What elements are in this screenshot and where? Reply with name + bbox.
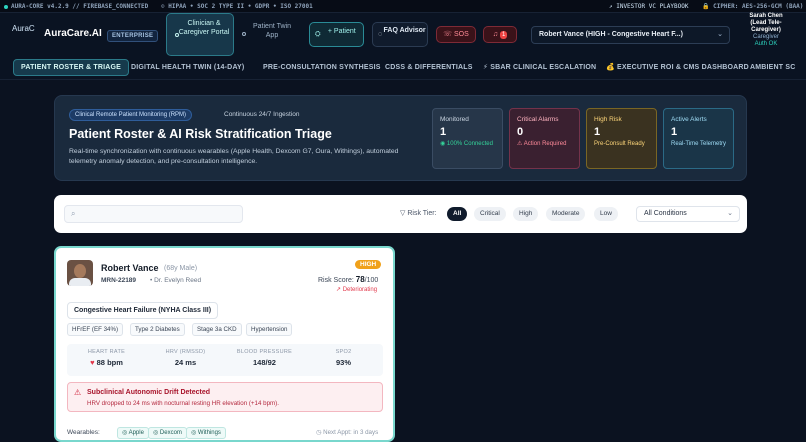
brand-name: AuraCare.AI (44, 28, 102, 39)
wearable-chip: ◎ Dexcom (148, 427, 187, 439)
page-description: Real-time synchronization with continuou… (69, 148, 399, 165)
chip-low[interactable]: Low (594, 207, 618, 221)
patient-select[interactable]: Robert Vance (HIGH - Congestive Heart F.… (531, 26, 730, 44)
warning-icon: ⚠ (517, 141, 523, 147)
risk-trend: ↗ Deteriorating (336, 287, 378, 293)
avatar (67, 260, 93, 286)
tab-sbar-escalation[interactable]: ⚡ SBAR CLINICAL ESCALATION (483, 59, 596, 76)
chevron-down-icon: ⌄ (727, 210, 733, 217)
edition-badge: ENTERPRISE (107, 30, 159, 42)
chevron-down-icon: ⌄ (717, 31, 723, 38)
patient-card[interactable]: Robert Vance (68y Male) MRN-22189 • Dr. … (54, 246, 395, 442)
notifications-button[interactable]: ♫ 1 (483, 26, 517, 43)
compliance-text: ⊙ HIPAA • SOC 2 TYPE II • GDPR • ISO 270… (161, 3, 313, 10)
filter-icon: ▽ (400, 210, 406, 217)
patient-name: Robert Vance (101, 263, 159, 273)
chip-critical[interactable]: Critical (474, 207, 506, 221)
wearable-chip: ◎ Withings (186, 427, 226, 439)
risk-tier-badge: HIGH (355, 260, 382, 269)
radio-icon (242, 32, 246, 36)
condition-tag: Hypertension (246, 323, 293, 336)
check-icon: ◉ (440, 141, 446, 147)
portal-patient-button[interactable]: Patient Twin App (240, 13, 296, 56)
patient-doctor: • Dr. Evelyn Reed (150, 277, 202, 284)
vitals-panel: HEART RATE ♥ 88 bpm HRV (RMSSD) 24 ms BL… (67, 344, 383, 376)
clock-icon: ◷ (316, 429, 322, 436)
anomaly-alert: ⚠ Subclinical Autonomic Drift Detected H… (67, 382, 383, 412)
portal-switch: Clinician & Caregiver Portal Patient Twi… (164, 13, 298, 56)
user-profile[interactable]: Sarah Chen (Lead Tele-Caregiver) Caregiv… (738, 13, 794, 56)
condition-select[interactable]: All Conditions ⌄ (636, 206, 740, 222)
add-patient-button[interactable]: ⛭ + Patient (309, 22, 364, 47)
vital-heart-rate: HEART RATE ♥ 88 bpm (87, 349, 126, 367)
bell-icon: ♫ (492, 31, 498, 38)
cipher-text: 🔒 CIPHER: AES-256-GCM (BAA) (702, 3, 804, 10)
app-header: AuraC AuraCare.AI ENTERPRISE Clinician &… (0, 13, 806, 56)
risk-tier-label: ▽ Risk Tier: (400, 210, 437, 217)
chat-icon: ◌ (378, 31, 383, 38)
stat-active-alerts: Active Alerts 1 Real-Time Telemetry (663, 108, 734, 169)
tab-executive-roi[interactable]: 💰 EXECUTIVE ROI & CMS DASHBOARD (606, 59, 749, 76)
brand-logo[interactable]: AuraC AuraCare.AI (12, 25, 102, 42)
radio-icon (175, 33, 179, 37)
sync-icon: ◎ (191, 430, 197, 436)
wearable-chip: ◎ Apple (117, 427, 149, 439)
notification-count-badge: 1 (499, 31, 508, 39)
sync-icon: ◎ (153, 430, 159, 436)
chip-moderate[interactable]: Moderate (546, 207, 586, 221)
stat-high-risk: High Risk 1 Pre-Consult Ready (586, 108, 657, 169)
warning-icon: ⚠ (74, 388, 82, 397)
alert-title: Subclinical Autonomic Drift Detected (87, 389, 211, 396)
vital-spo2: SPO2 93% (335, 349, 352, 367)
alert-description: HRV dropped to 24 ms with nocturnal rest… (87, 400, 279, 407)
status-bar: AURA-CORE v4.2.9 // FIREBASE_CONNECTED ⊙… (0, 0, 806, 13)
phone-icon: ☏ (443, 31, 452, 38)
tab-patient-roster[interactable]: PATIENT ROSTER & TRIAGE (13, 59, 130, 76)
tab-pre-consultation[interactable]: PRE-CONSULTATION SYNTHESIS (263, 59, 381, 76)
search-icon: ⌕ (71, 209, 76, 218)
tab-cdss[interactable]: CDSS & DIFFERENTIALS (385, 59, 473, 76)
core-status: AURA-CORE v4.2.9 // FIREBASE_CONNECTED (4, 3, 148, 10)
investor-link[interactable]: ↗ INVESTOR VC PLAYBOOK (609, 3, 688, 10)
patient-mrn: MRN-22189 (101, 277, 137, 284)
portal-clinician-button[interactable]: Clinician & Caregiver Portal (166, 13, 234, 56)
chip-all[interactable]: All (447, 207, 468, 221)
connection-dot-icon (4, 4, 8, 9)
stat-critical-alarms: Critical Alarms 0 ⚠ Action Required (509, 108, 580, 169)
filter-bar: ⌕ ▽ Risk Tier: All Critical High Moderat… (54, 195, 747, 233)
risk-score: Risk Score: 78/100 (318, 275, 379, 284)
tab-digital-twin[interactable]: DIGITAL HEALTH TWIN (14-DAY) (131, 59, 244, 76)
vital-hrv: HRV (RMSSD) 24 ms (165, 349, 206, 367)
condition-tag: Type 2 Diabetes (130, 323, 185, 336)
vital-blood-pressure: BLOOD PRESSURE 148/92 (236, 349, 293, 367)
primary-condition: Congestive Heart Failure (NYHA Class III… (67, 302, 219, 319)
tab-ambient[interactable]: AMBIENT SC (750, 59, 796, 76)
stat-monitored: Monitored 1 ◉ 100% Connected (432, 108, 503, 169)
faq-advisor-button[interactable]: ◌ FAQ Advisor (372, 22, 428, 47)
sync-icon: ◎ (122, 430, 128, 436)
ingestion-label: Continuous 24/7 Ingestion (224, 111, 300, 118)
user-plus-icon: ⛭ (315, 31, 321, 38)
condition-tag: Stage 3a CKD (192, 323, 242, 336)
sos-button[interactable]: ☏ SOS (436, 26, 476, 43)
next-appointment: ◷ Next Appt: in 3 days (316, 429, 379, 436)
logo-image: AuraC (12, 24, 35, 33)
page-title: Patient Roster & AI Risk Stratification … (69, 127, 332, 141)
wearables-label: Wearables: (67, 429, 100, 436)
main-tabs: PATIENT ROSTER & TRIAGE DIGITAL HEALTH T… (0, 56, 806, 80)
patient-age: (68y Male) (164, 265, 198, 272)
condition-tag: HFrEF (EF 34%) (67, 323, 124, 336)
heart-icon: ♥ (90, 358, 95, 367)
overview-panel: Clinical Remote Patient Monitoring (RPM)… (54, 95, 747, 181)
chip-high[interactable]: High (513, 207, 539, 221)
trend-down-icon: ↗ (336, 287, 342, 293)
search-input[interactable]: ⌕ (64, 205, 243, 223)
rpm-badge: Clinical Remote Patient Monitoring (RPM) (69, 109, 193, 121)
